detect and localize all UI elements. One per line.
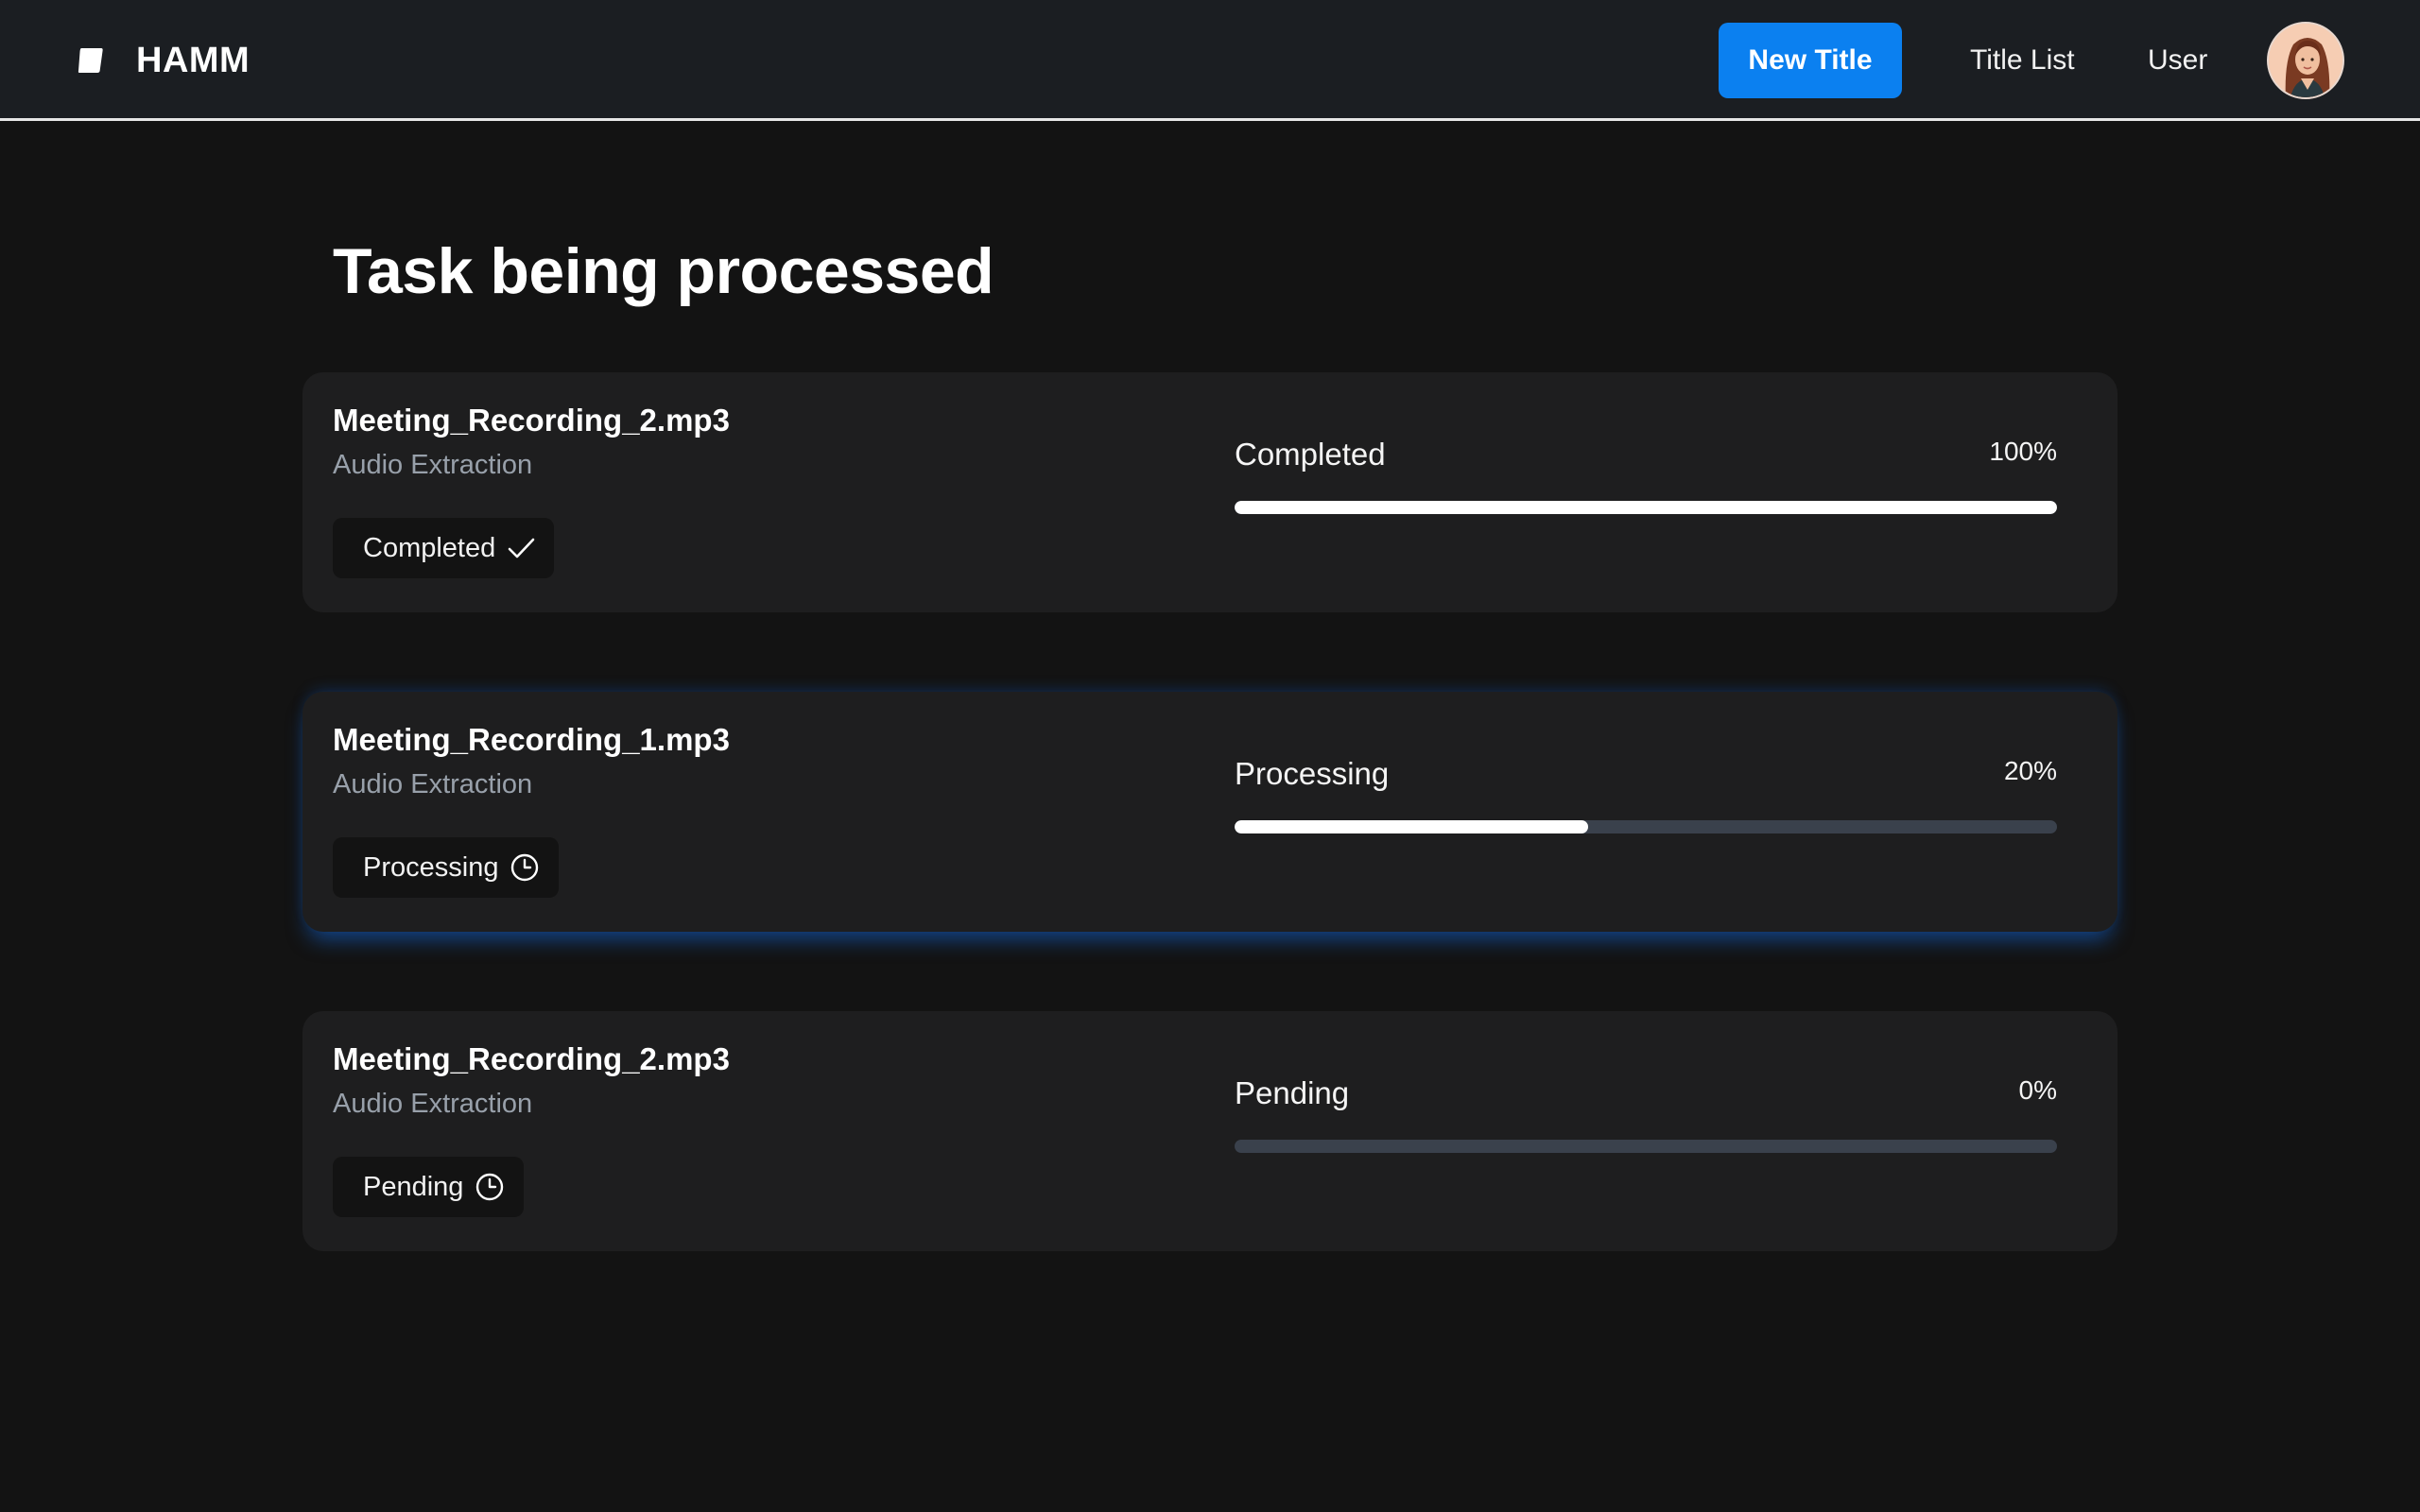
progress-bar-fill	[1235, 820, 1589, 833]
page-title: Task being processed	[333, 235, 994, 307]
status-badge: Completed	[333, 518, 555, 578]
clock-icon	[511, 853, 539, 882]
task-card[interactable]: Meeting_Recording_2.mp3 Audio Extraction…	[302, 1011, 2118, 1251]
avatar[interactable]	[2267, 22, 2344, 99]
status-badge: Pending	[333, 1157, 525, 1217]
checkmark-icon	[508, 538, 535, 558]
top-navigation-bar: HAMM New Title Title List User	[0, 0, 2420, 121]
progress-bar	[1235, 1140, 2057, 1153]
brand[interactable]: HAMM	[76, 34, 250, 87]
progress-bar-fill	[1235, 501, 2057, 514]
progress-bar	[1235, 501, 2057, 514]
task-type: Audio Extraction	[333, 769, 533, 799]
avatar-image	[2269, 24, 2342, 97]
logo-icon	[76, 45, 106, 76]
progress-status-label: Processing	[1235, 756, 1390, 791]
clock-icon	[476, 1173, 504, 1201]
progress-percentage: 0%	[2018, 1075, 2057, 1105]
nav-link-user[interactable]: User	[2148, 23, 2207, 98]
progress-percentage: 100%	[1989, 437, 2057, 466]
task-type: Audio Extraction	[333, 1089, 533, 1119]
status-badge-label: Processing	[363, 851, 499, 883]
task-file-name: Meeting_Recording_1.mp3	[333, 722, 730, 757]
task-type: Audio Extraction	[333, 450, 533, 480]
brand-name: HAMM	[136, 40, 251, 80]
status-badge-label: Completed	[363, 532, 496, 563]
progress-status-label: Pending	[1235, 1075, 1350, 1110]
progress-bar	[1235, 820, 2057, 833]
nav-link-title-list[interactable]: Title List	[1970, 23, 2075, 98]
task-file-name: Meeting_Recording_2.mp3	[333, 1041, 730, 1076]
progress-percentage: 20%	[2003, 756, 2057, 785]
task-card[interactable]: Meeting_Recording_2.mp3 Audio Extraction…	[302, 372, 2118, 612]
progress-status-label: Completed	[1235, 437, 1386, 472]
status-badge: Processing	[333, 837, 560, 898]
task-file-name: Meeting_Recording_2.mp3	[333, 403, 730, 438]
status-badge-label: Pending	[363, 1171, 464, 1202]
task-card-active[interactable]: Meeting_Recording_1.mp3 Audio Extraction…	[302, 692, 2118, 932]
new-title-button[interactable]: New Title	[1719, 23, 1902, 98]
